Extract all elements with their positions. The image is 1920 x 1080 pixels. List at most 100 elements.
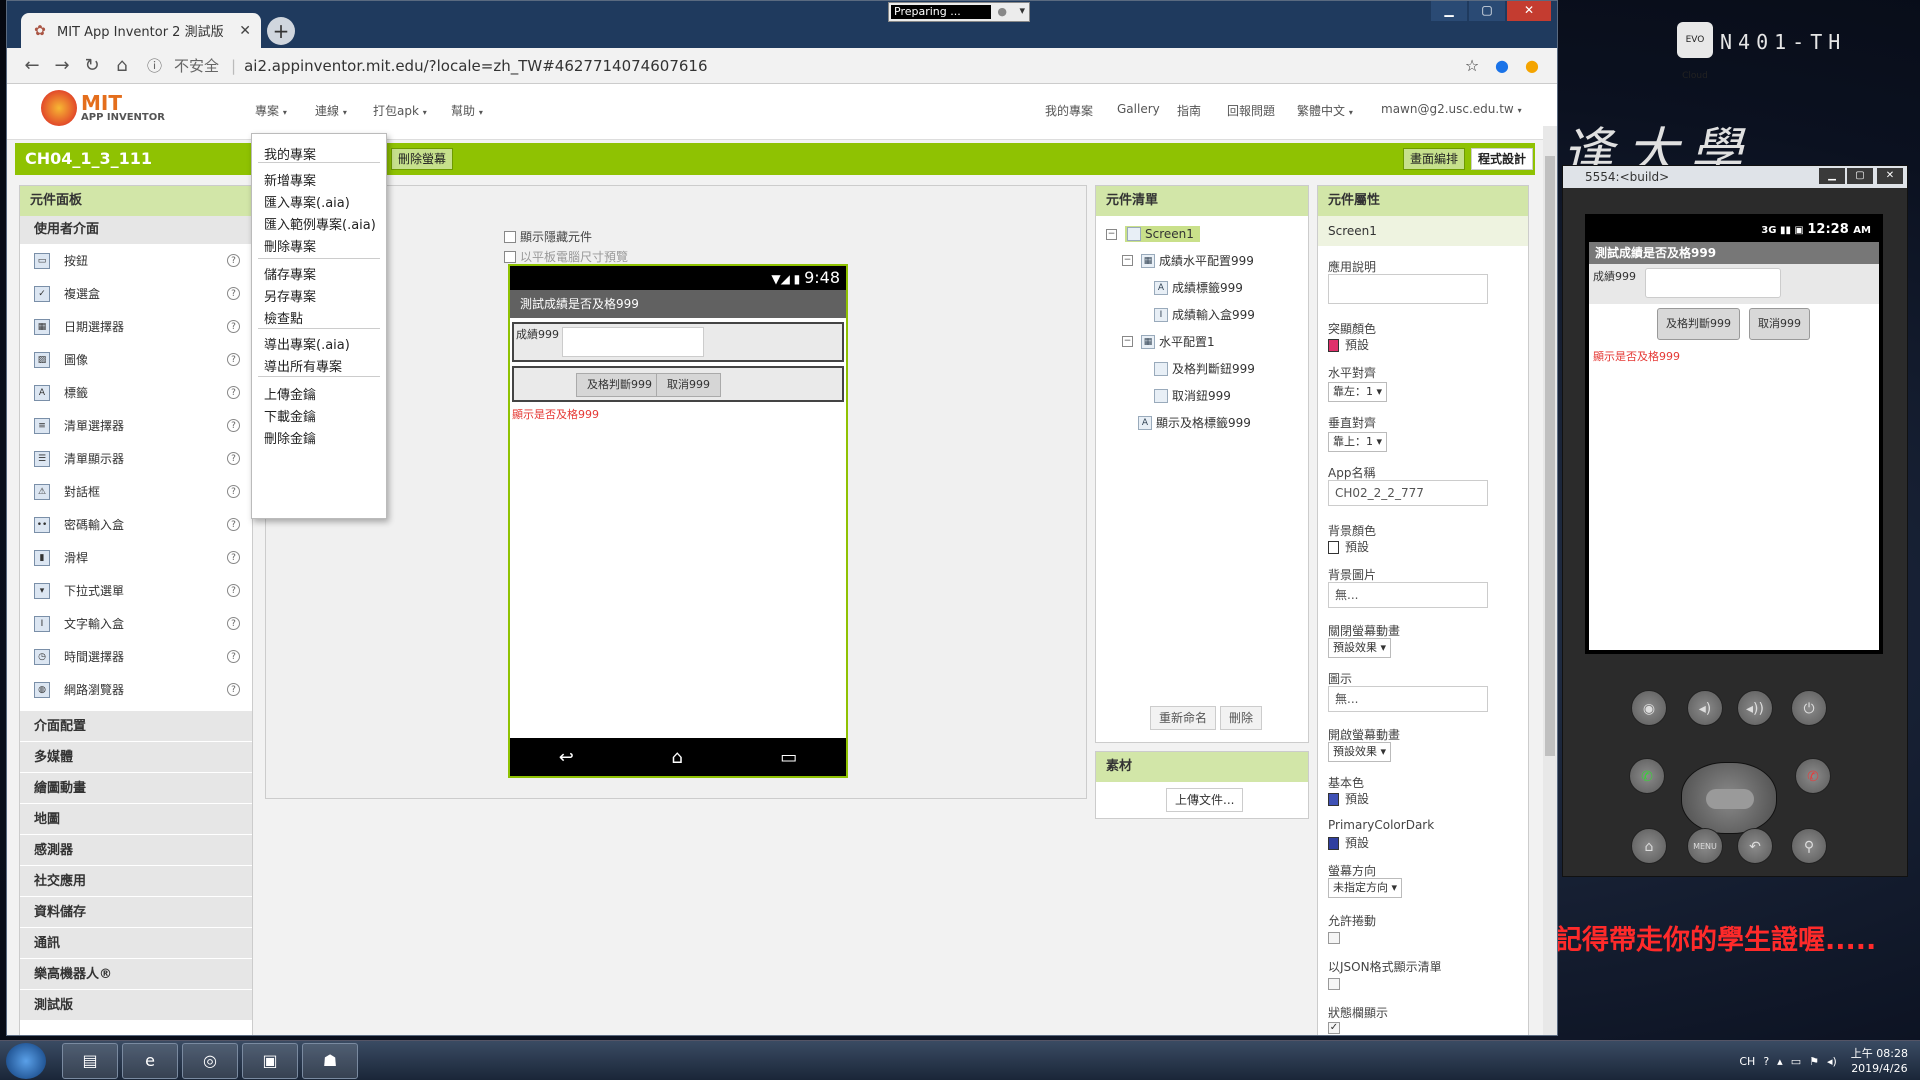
dropdown-item[interactable]: 匯入專案(.aia) — [264, 192, 350, 211]
help-icon[interactable]: ? — [227, 320, 240, 333]
scrollable-checkbox[interactable] — [1328, 932, 1340, 944]
primary-dark-swatch[interactable] — [1328, 837, 1339, 850]
tree-result-label[interactable]: A 顯示及格標籤999 — [1138, 414, 1251, 431]
palette-item-time-picker[interactable]: ◷ 時間選擇器? — [20, 640, 252, 673]
help-icon[interactable]: ? — [227, 386, 240, 399]
palette-item-textbox[interactable]: I 文字輸入盒? — [20, 607, 252, 640]
close-tab-icon[interactable]: ✕ — [239, 23, 251, 39]
palette-category[interactable]: 通訊 — [20, 927, 252, 958]
tablet-preview-checkbox[interactable]: 以平板電腦尺寸預覽 — [504, 248, 628, 265]
tree-score-label[interactable]: A 成績標籤999 — [1154, 279, 1243, 296]
back-icon[interactable]: ← — [17, 55, 47, 76]
remove-screen-button[interactable]: 刪除螢幕 — [391, 148, 454, 170]
button-arrangement[interactable]: 及格判斷999 取消999 — [512, 366, 844, 402]
dropdown-item[interactable]: 儲存專案 — [264, 264, 316, 283]
dropdown-item[interactable]: 另存專案 — [264, 286, 316, 305]
palette-category[interactable]: 樂高機器人® — [20, 958, 252, 989]
tree-cancel-button[interactable]: 取消鈕999 — [1154, 387, 1231, 404]
help-icon[interactable]: ? — [227, 683, 240, 696]
icon-picker[interactable]: 無... — [1328, 686, 1488, 712]
menu-build[interactable]: 打包apk ▾ — [373, 102, 427, 119]
new-tab-button[interactable]: + — [267, 17, 295, 45]
palette-item-slider[interactable]: ▮ 滑桿? — [20, 541, 252, 574]
help-tray-icon[interactable]: ? — [1763, 1055, 1769, 1068]
palette-item-label[interactable]: A 標籤? — [20, 376, 252, 409]
help-icon[interactable]: ? — [227, 353, 240, 366]
menu-account[interactable]: mawn@g2.usc.edu.tw ▾ — [1381, 102, 1522, 116]
ie-taskbar-icon[interactable]: e — [122, 1043, 178, 1079]
primary-color-swatch[interactable] — [1328, 793, 1339, 806]
align-h-select[interactable]: 靠左：1 ▾ — [1328, 382, 1388, 402]
call-icon[interactable]: ✆ — [1629, 758, 1665, 794]
palette-category[interactable]: 資料儲存 — [20, 896, 252, 927]
orientation-select[interactable]: 未指定方向 ▾ — [1328, 878, 1403, 898]
start-button[interactable] — [6, 1043, 46, 1079]
emulator-close-button[interactable]: ✕ — [1877, 168, 1903, 184]
accent-color-picker[interactable]: 預設 — [1328, 336, 1369, 353]
palette-category[interactable]: 繪圖動畫 — [20, 772, 252, 803]
maximize-button[interactable]: ▢ — [1469, 1, 1505, 21]
help-icon[interactable]: ? — [227, 518, 240, 531]
emulator-maximize-button[interactable]: ▢ — [1847, 168, 1873, 184]
palette-item-date-picker[interactable]: ▦ 日期選擇器? — [20, 310, 252, 343]
dropdown-item[interactable]: 刪除專案 — [264, 236, 316, 255]
score-label[interactable]: 成績999 — [516, 326, 559, 342]
palette-item-list-view[interactable]: ☰ 清單顯示器? — [20, 442, 252, 475]
open-anim-select[interactable]: 預設效果 ▾ — [1328, 742, 1392, 762]
info-icon[interactable]: ⓘ — [147, 55, 162, 76]
search-icon[interactable]: ⚲ — [1791, 828, 1827, 864]
power-icon[interactable]: ⏻ — [1791, 690, 1827, 726]
profile-icon[interactable]: ● — [1487, 56, 1517, 75]
primary-color-picker[interactable]: 預設 — [1328, 790, 1369, 807]
palette-item-button[interactable]: ▭ 按鈕? — [20, 244, 252, 277]
tree-score-arrangement[interactable]: − ▦ 成績水平配置999 — [1122, 252, 1254, 269]
home-icon[interactable]: ⌂ — [107, 55, 137, 76]
emulator-minimize-button[interactable]: ▁ — [1819, 168, 1845, 184]
browser-tab[interactable]: ✿ MIT App Inventor 2 測試版 ✕ — [21, 13, 261, 48]
help-icon[interactable]: ? — [227, 419, 240, 432]
palette-item-image[interactable]: ▨ 圖像? — [20, 343, 252, 376]
help-icon[interactable]: ? — [227, 551, 240, 564]
designer-button[interactable]: 畫面編排 — [1403, 148, 1466, 170]
chrome-taskbar-icon[interactable]: ◎ — [182, 1043, 238, 1079]
scrollbar-thumb[interactable] — [1545, 156, 1555, 756]
score-textbox[interactable] — [562, 327, 704, 357]
bg-color-picker[interactable]: 預設 — [1328, 538, 1369, 555]
palette-category[interactable]: 感測器 — [20, 834, 252, 865]
upload-file-button[interactable]: 上傳文件... — [1166, 788, 1244, 812]
palette-category[interactable]: 多媒體 — [20, 741, 252, 772]
collapse-icon[interactable]: − — [1122, 255, 1133, 266]
link-guide[interactable]: 指南 — [1177, 102, 1201, 119]
close-anim-select[interactable]: 預設效果 ▾ — [1328, 638, 1392, 658]
dpad-center-button[interactable] — [1706, 789, 1754, 809]
dropdown-item[interactable]: 導出所有專案 — [264, 356, 342, 375]
app-name-input[interactable]: CH02_2_2_777 — [1328, 480, 1488, 506]
palette-item-password-textbox[interactable]: •• 密碼輸入盒? — [20, 508, 252, 541]
dpad-control[interactable] — [1681, 762, 1777, 834]
back-icon[interactable]: ↶ — [1737, 828, 1773, 864]
url-field[interactable]: ⓘ 不安全 | ai2.appinventor.mit.edu/?locale=… — [147, 55, 1457, 76]
rename-button[interactable]: 重新命名 — [1150, 706, 1217, 730]
status-bar-checkbox[interactable]: ✓ — [1328, 1022, 1340, 1034]
show-json-checkbox[interactable] — [1328, 978, 1340, 990]
help-icon[interactable]: ? — [227, 650, 240, 663]
menu-connect[interactable]: 連線 ▾ — [315, 102, 347, 119]
link-my-projects[interactable]: 我的專案 — [1045, 102, 1093, 119]
help-icon[interactable]: ? — [227, 617, 240, 630]
bg-color-swatch[interactable] — [1328, 541, 1339, 554]
dropdown-item[interactable]: 導出專案(.aia) — [264, 334, 350, 353]
tray-expand-icon[interactable]: ▴ — [1777, 1055, 1783, 1068]
about-textarea[interactable] — [1328, 274, 1488, 304]
cancel-button[interactable]: 取消999 — [656, 373, 721, 397]
palette-item-spinner[interactable]: ▾ 下拉式選單? — [20, 574, 252, 607]
volume-up-icon[interactable]: ◂)) — [1737, 690, 1773, 726]
minimize-button[interactable]: ▁ — [1431, 1, 1467, 21]
dropdown-item[interactable]: 匯入範例專案(.aia) — [264, 214, 376, 233]
palette-category[interactable]: 測試版 — [20, 989, 252, 1020]
palette-item-notifier[interactable]: ⚠ 對話框? — [20, 475, 252, 508]
score-arrangement[interactable]: 成績999 — [512, 322, 844, 362]
app-inventor-logo[interactable]: MIT APP INVENTOR — [41, 90, 165, 126]
tree-horizontal-arrangement1[interactable]: − ▦ 水平配置1 — [1122, 333, 1215, 350]
show-hidden-checkbox[interactable]: 顯示隱藏元件 — [504, 228, 592, 245]
bookmark-star-icon[interactable]: ☆ — [1457, 56, 1487, 75]
